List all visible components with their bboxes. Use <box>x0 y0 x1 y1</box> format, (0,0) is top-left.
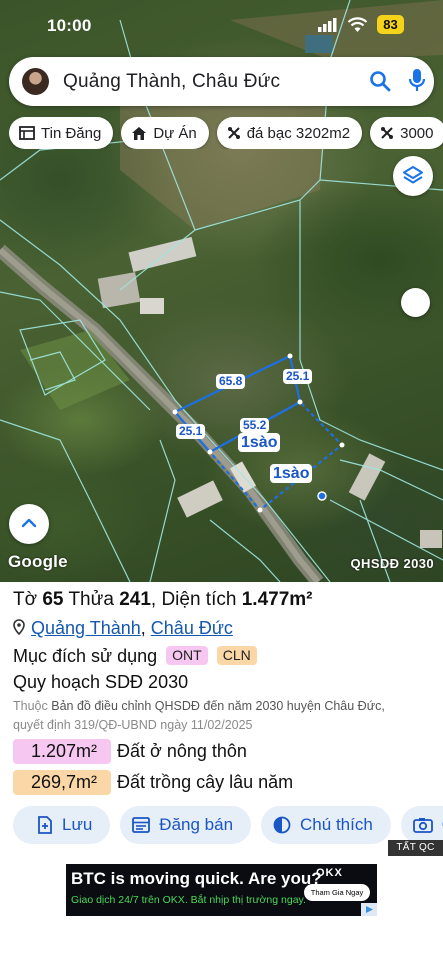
plan-note: Thuộc Bản đồ điều chỉnh QHSDĐ đến năm 20… <box>13 697 443 735</box>
layers-icon <box>403 166 423 184</box>
plot-label-b[interactable]: 1sào <box>270 464 313 483</box>
ad-brand-logo: OKX <box>316 867 343 879</box>
ad-subline: Giao dịch 24/7 trên OKX. Bắt nhịp thị tr… <box>71 894 306 906</box>
expand-panel-button[interactable] <box>9 504 49 544</box>
parcel-title: Tờ 65 Thửa 241, Diện tích 1.477m² <box>13 589 313 610</box>
plot-label-a[interactable]: 1sào <box>238 433 281 452</box>
map-view[interactable]: 65.8 25.1 25.1 55.2 1sào 1sào 10:00 83 Q… <box>0 0 443 582</box>
note-body: Bản đồ điều chỉnh QHSDĐ đến năm 2030 huy… <box>51 699 385 713</box>
search-query[interactable]: Quảng Thành, Châu Đức <box>63 71 280 93</box>
wifi-icon <box>347 17 368 32</box>
area-label-residential: Đất ở nông thôn <box>117 741 247 761</box>
legend-button[interactable]: Chú thích <box>261 806 391 844</box>
edge-label-top: 65.8 <box>216 374 246 389</box>
district-link[interactable]: Châu Đức <box>151 618 233 638</box>
search-bar[interactable]: Quảng Thành, Châu Đức <box>9 57 434 106</box>
land-purpose-row: Mục đích sử dụng ONT CLN <box>13 646 257 667</box>
sheet-label: Tờ <box>13 589 38 610</box>
parcel-info-panel: Tờ 65 Thửa 241, Diện tích 1.477m² Quảng … <box>0 582 443 960</box>
edge-label-left: 25.1 <box>176 424 206 439</box>
purpose-tag-ont: ONT <box>166 646 208 665</box>
edge-label-right: 25.1 <box>283 369 313 384</box>
layers-button[interactable] <box>393 156 433 196</box>
camera-button[interactable]: C <box>400 806 443 844</box>
save-label: Lưu <box>62 815 93 834</box>
camera-icon <box>412 818 433 833</box>
ad-choices-icon[interactable] <box>361 903 377 916</box>
post-listing-button[interactable]: Đăng bán <box>120 806 252 844</box>
avatar[interactable] <box>22 68 49 95</box>
purpose-label: Mục đích sử dụng <box>13 646 158 666</box>
area-value: 1.477m² <box>241 589 313 610</box>
chip-label: Tin Đăng <box>41 124 102 142</box>
action-buttons: Lưu Đăng bán Chú thích C <box>13 806 443 844</box>
search-icon[interactable] <box>369 70 391 92</box>
chip-du-an[interactable]: Dự Án <box>121 117 209 149</box>
area-value-residential: 1.207m² <box>13 739 112 764</box>
area-label: Diện tích <box>161 589 237 610</box>
ad-headline: BTC is moving quick. Are you? <box>71 869 322 888</box>
location-separator: , <box>140 618 146 638</box>
post-listing-label: Đăng bán <box>159 815 234 834</box>
house-icon <box>132 126 147 140</box>
plot-number: 241 <box>119 589 151 610</box>
status-time: 10:00 <box>47 16 92 35</box>
chip-label: Dự Án <box>153 124 197 142</box>
save-icon <box>38 816 52 834</box>
area-value-perennial: 269,7m² <box>13 770 112 795</box>
ward-link[interactable]: Quảng Thành <box>31 618 141 638</box>
battery-indicator: 83 <box>377 15 404 34</box>
area-row-perennial: 269,7m² Đất trồng cây lâu năm <box>13 770 293 795</box>
ad-cta-button[interactable]: Tham Gia Ngay <box>304 884 370 901</box>
area-row-residential: 1.207m² Đất ở nông thôn <box>13 739 247 764</box>
listing-icon <box>132 817 151 833</box>
chevron-up-icon <box>21 518 37 528</box>
measure-icon <box>381 127 394 139</box>
chip-tin-dang[interactable]: Tin Đăng <box>9 117 114 149</box>
measure-icon <box>227 127 240 139</box>
save-button[interactable]: Lưu <box>13 806 111 844</box>
cellular-signal-icon <box>318 18 337 32</box>
status-bar: 10:00 83 <box>0 14 443 38</box>
edge-label-middle: 55.2 <box>240 418 270 433</box>
parcel-location: Quảng Thành, Châu Đức <box>13 618 233 639</box>
floating-assistive-button[interactable] <box>401 288 430 317</box>
plan-title: Quy hoạch SDĐ 2030 <box>13 672 189 692</box>
table-icon <box>19 126 35 140</box>
google-attribution: Google <box>8 552 68 571</box>
chip-label: đá bạc 3202m2 <box>246 124 351 142</box>
chip-label: 3000 <box>400 124 434 142</box>
area-label-perennial: Đất trồng cây lâu năm <box>117 772 294 792</box>
note-prefix: Thuộc <box>13 699 48 713</box>
filter-chips: Tin Đăng Dự Án đá bạc 3202m2 3000 <box>9 117 443 149</box>
hide-ads-button[interactable]: TẤT QC <box>388 840 443 856</box>
microphone-icon[interactable] <box>408 68 426 94</box>
purpose-tag-cln: CLN <box>216 646 257 665</box>
plot-label: Thửa <box>68 589 114 610</box>
chip-3000[interactable]: 3000 <box>370 117 443 149</box>
chip-da-bac[interactable]: đá bạc 3202m2 <box>216 117 363 149</box>
location-pin-icon <box>13 619 25 635</box>
note-decision: quyết định 319/QĐ-UBND ngày 11/02/2025 <box>13 718 253 732</box>
legend-label: Chú thích <box>300 815 373 834</box>
map-layer-badge: QHSDĐ 2030 <box>350 556 434 571</box>
legend-icon <box>273 816 291 834</box>
ad-banner[interactable]: BTC is moving quick. Are you? Giao dịch … <box>66 864 377 916</box>
sheet-number: 65 <box>42 589 64 610</box>
